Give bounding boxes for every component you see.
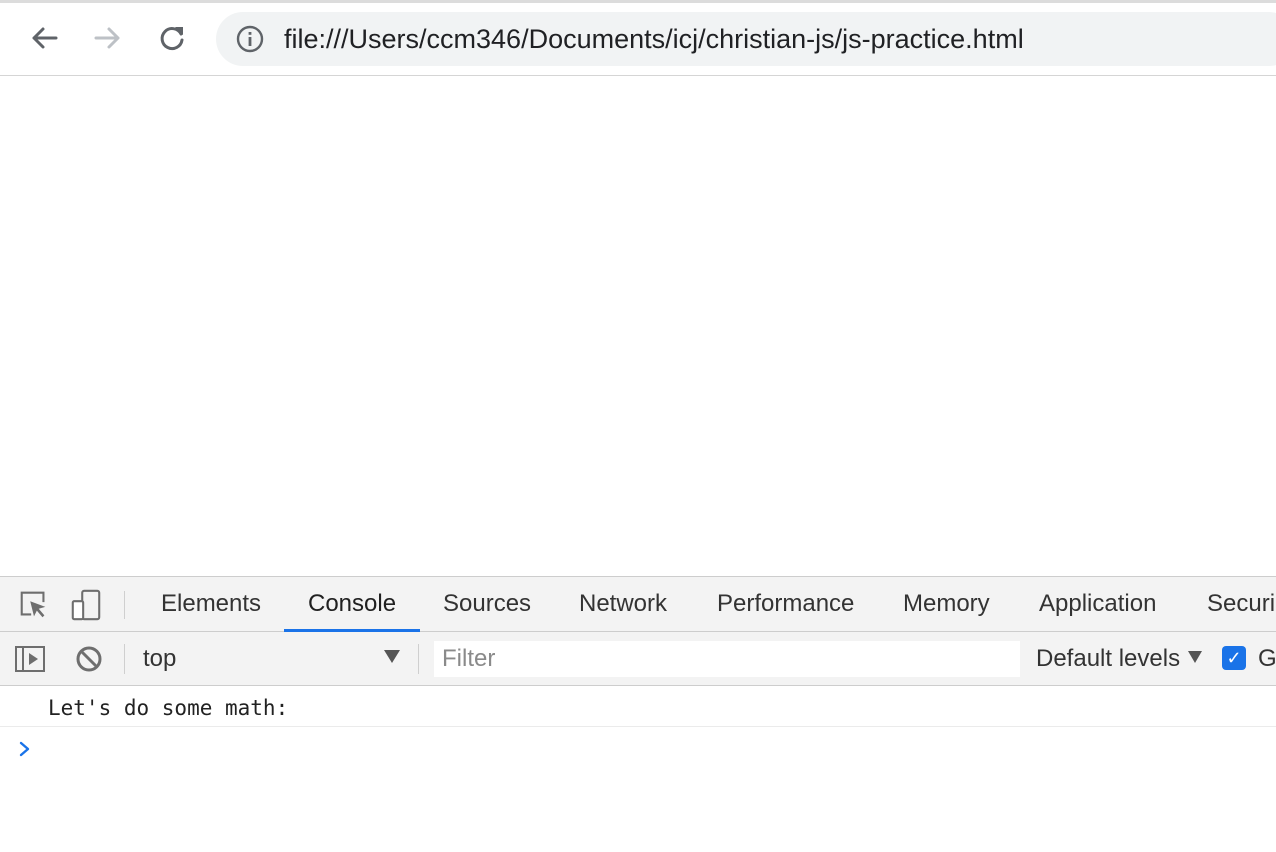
chevron-down-icon[interactable] (1188, 651, 1202, 663)
reload-icon (160, 27, 184, 50)
back-button[interactable] (24, 18, 64, 58)
group-similar-checkbox[interactable]: ✓ (1222, 646, 1246, 670)
show-sidebar-button[interactable] (14, 645, 46, 673)
toolbar-top-border (0, 0, 1276, 3)
url-text[interactable]: file:///Users/ccm346/Documents/icj/chris… (284, 23, 1024, 55)
address-bar[interactable]: file:///Users/ccm346/Documents/icj/chris… (216, 12, 1276, 66)
log-levels-dropdown[interactable]: Default levels (1036, 644, 1180, 674)
tab-network[interactable]: Network (555, 577, 691, 632)
device-toolbar-button[interactable] (68, 587, 104, 623)
checkmark-icon: ✓ (1226, 648, 1242, 668)
sidebar-toggle-icon (15, 646, 45, 672)
tab-sources[interactable]: Sources (419, 577, 555, 632)
inspect-element-button[interactable] (16, 587, 52, 623)
filter-input[interactable] (434, 641, 1020, 677)
tab-performance[interactable]: Performance (693, 577, 878, 632)
tab-memory[interactable]: Memory (879, 577, 1014, 632)
page-viewport (0, 76, 1276, 576)
console-toolbar: top Default levels ✓ G (0, 632, 1276, 686)
chevron-down-icon[interactable] (384, 650, 400, 663)
context-selector-value[interactable]: top (143, 644, 176, 674)
chevron-right-icon (19, 741, 30, 757)
tab-securi[interactable]: Securi (1183, 577, 1276, 632)
devtools-tab-bar: Elements Console Sources Network Performance… (0, 576, 1276, 632)
forward-button[interactable] (88, 18, 128, 58)
console-messages: Let's do some math: (0, 687, 1276, 852)
arrow-left-icon (32, 27, 58, 49)
inspect-cursor-icon (20, 591, 46, 618)
tab-application[interactable]: Application (1015, 577, 1180, 632)
toolbar-divider (124, 591, 125, 619)
browser-toolbar: file:///Users/ccm346/Documents/icj/chris… (0, 0, 1276, 76)
console-toolbar-divider (124, 644, 125, 674)
device-mode-icon (71, 589, 101, 621)
devtools-panel: Elements Console Sources Network Performance… (0, 576, 1276, 852)
console-prompt[interactable] (16, 737, 36, 761)
tab-elements[interactable]: Elements (137, 577, 285, 632)
console-toolbar-divider-2 (418, 644, 419, 674)
group-similar-label: G (1258, 645, 1276, 672)
tab-console[interactable]: Console (284, 577, 421, 632)
console-log-row: Let's do some math: (0, 687, 1276, 727)
reload-button[interactable] (152, 18, 192, 58)
clear-icon (76, 646, 102, 672)
clear-console-button[interactable] (74, 644, 104, 674)
console-log-text: Let's do some math: (48, 696, 289, 720)
arrow-right-icon (94, 27, 120, 49)
info-icon[interactable] (236, 25, 264, 53)
